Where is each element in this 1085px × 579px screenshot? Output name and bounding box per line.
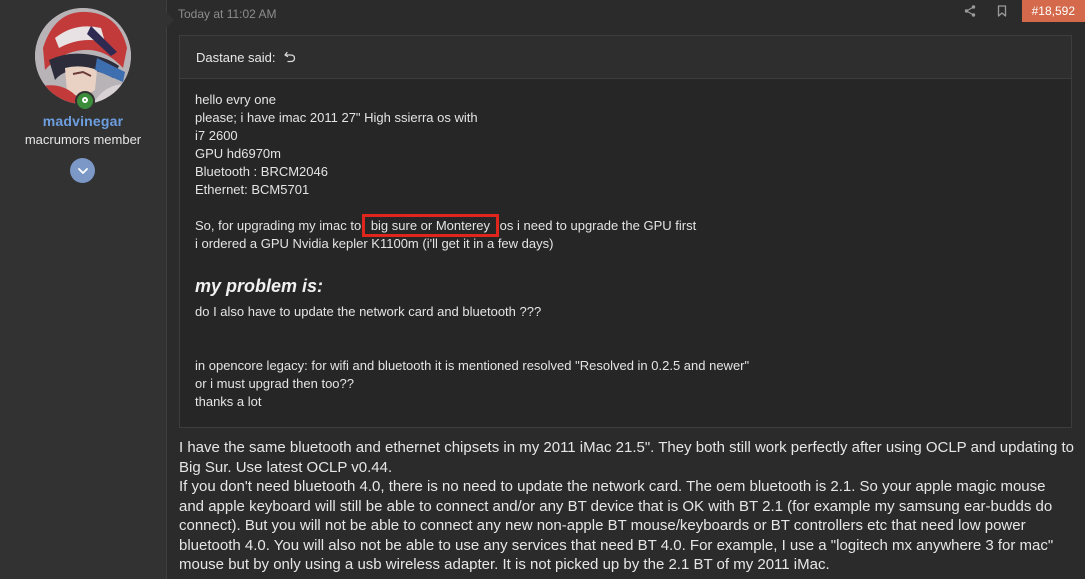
quote-author: Dastane said: (196, 49, 276, 65)
quote-line: please; i have imac 2011 27" High ssierr… (195, 110, 478, 125)
undo-arrow-icon (283, 51, 295, 63)
quote-line: Ethernet: BCM5701 (195, 182, 310, 197)
expand-user-info-button[interactable] (70, 158, 95, 183)
quote-heading: my problem is: (195, 276, 324, 296)
post-number-link[interactable]: #18,592 (1021, 0, 1085, 22)
quote-block: Dastane said: hello evry one please; i h… (179, 35, 1072, 428)
quote-line: Bluetooth : BRCM2046 (195, 164, 328, 179)
user-panel: madvinegar macrumors member (0, 0, 174, 579)
post-actions: #18,592 (954, 0, 1085, 22)
username-link[interactable]: madvinegar (0, 113, 166, 129)
quote-line: i7 2600 (195, 128, 238, 143)
reply-paragraph: If you don't need bluetooth 4.0, there i… (179, 478, 1054, 573)
bookmark-icon (997, 5, 1006, 17)
quote-line: GPU hd6970m (195, 146, 281, 161)
online-status-icon (75, 91, 95, 111)
quote-text: os i need to upgrade the GPU first (496, 218, 697, 233)
highlighted-text: big sure or Monterey (361, 214, 500, 237)
avatar-image (35, 8, 131, 104)
share-icon (964, 5, 975, 17)
bookmark-button[interactable] (986, 0, 1018, 22)
quote-upgrade-line: So, for upgrading my imac to big sure or… (195, 214, 1056, 237)
share-button[interactable] (954, 0, 986, 22)
quote-line: or i must upgrad then too?? (195, 376, 354, 391)
quote-text: So, for upgrading my imac to (195, 218, 365, 233)
quote-header: Dastane said: (180, 36, 1071, 79)
reply-paragraph: I have the same bluetooth and ethernet c… (179, 439, 1075, 476)
quote-line: hello evry one (195, 92, 276, 107)
quote-line: do I also have to update the network car… (195, 304, 542, 319)
quote-line: in opencore legacy: for wifi and bluetoo… (195, 358, 750, 373)
post-timestamp[interactable]: Today at 11:02 AM (178, 7, 277, 21)
avatar[interactable] (35, 8, 131, 104)
quote-line: thanks a lot (195, 394, 262, 409)
post-page: madvinegar macrumors member Today at 11:… (0, 0, 1085, 579)
message-main: Today at 11:02 AM #18,592 Dastane said: … (167, 0, 1085, 579)
user-title: macrumors member (24, 132, 142, 147)
quote-content: hello evry one please; i have imac 2011 … (180, 79, 1071, 411)
reply-content: I have the same bluetooth and ethernet c… (179, 438, 1074, 575)
chevron-down-icon (77, 167, 88, 174)
quote-line: i ordered a GPU Nvidia kepler K1100m (i'… (195, 236, 554, 251)
jump-to-quote-button[interactable] (283, 51, 296, 63)
